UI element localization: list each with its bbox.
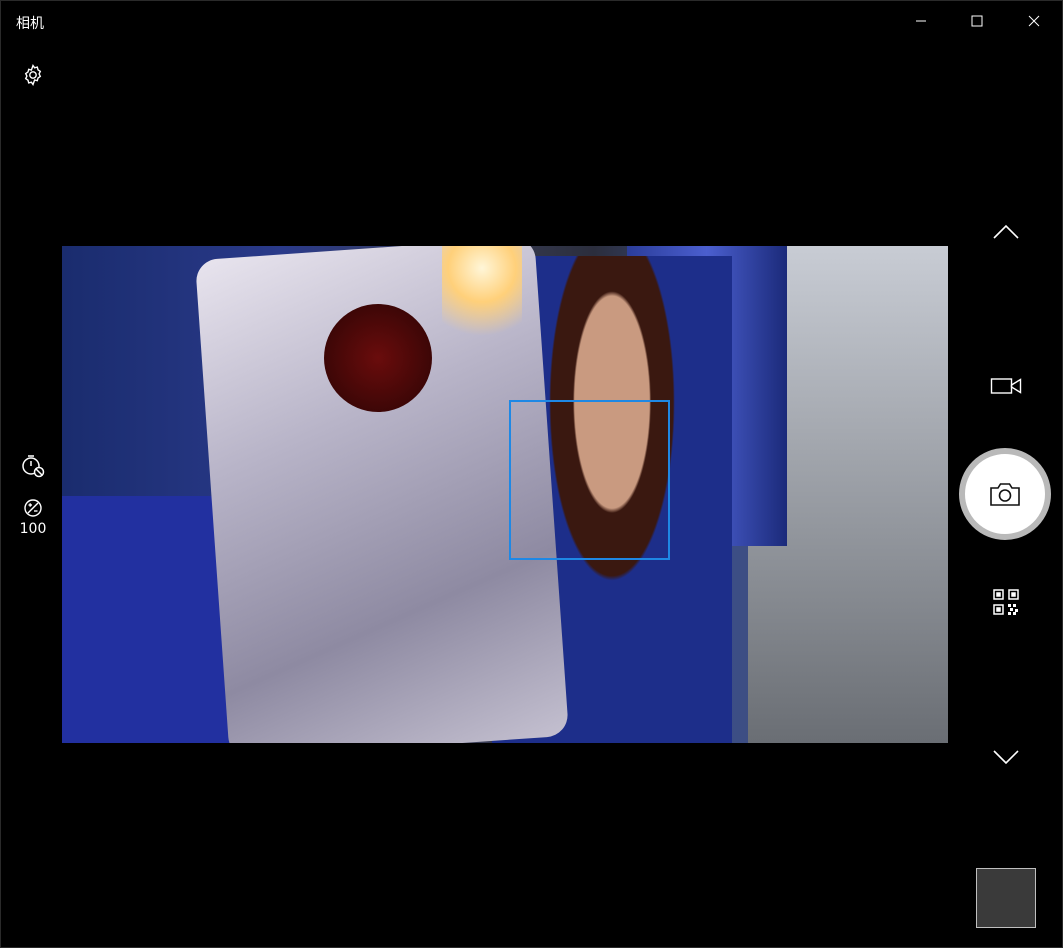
video-mode-button[interactable] [988, 372, 1024, 400]
photo-timer-button[interactable] [19, 452, 47, 480]
nav-down-button[interactable] [991, 744, 1021, 770]
timer-off-icon [22, 455, 45, 478]
minimize-button[interactable] [893, 1, 949, 41]
exposure-value: 100 [19, 521, 47, 537]
last-capture-thumbnail[interactable] [976, 868, 1036, 928]
gear-icon [24, 63, 42, 87]
video-camera-icon [990, 378, 1022, 394]
close-icon [1028, 15, 1040, 27]
take-photo-button[interactable] [959, 448, 1051, 540]
chevron-down-icon [993, 750, 1019, 765]
camera-window: 相机 100 [0, 0, 1063, 948]
maximize-button[interactable] [949, 1, 1005, 41]
qr-scan-mode-button[interactable] [991, 587, 1021, 617]
close-button[interactable] [1006, 1, 1062, 41]
settings-button[interactable] [19, 61, 47, 89]
minimize-icon [916, 20, 926, 22]
camera-preview[interactable] [62, 246, 948, 743]
qr-code-icon [993, 589, 1019, 615]
title-bar[interactable]: 相机 [1, 1, 1062, 41]
nav-up-button[interactable] [991, 219, 1021, 245]
face-detection-box [509, 400, 670, 560]
chevron-up-icon [993, 224, 1019, 239]
camera-icon [990, 483, 1020, 506]
exposure-icon [24, 499, 42, 517]
exposure-control[interactable]: 100 [15, 498, 51, 537]
app-title: 相机 [16, 16, 44, 32]
maximize-icon [971, 15, 983, 27]
